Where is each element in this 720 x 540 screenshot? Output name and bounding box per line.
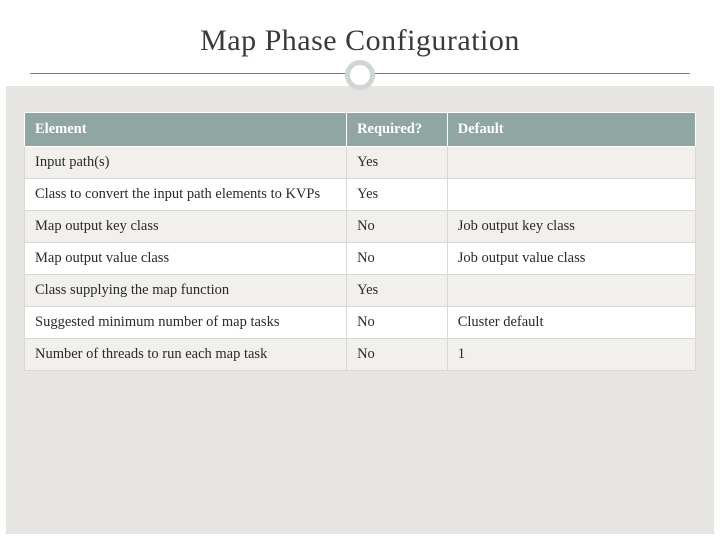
cell-required: Yes [347,179,448,211]
table-row: Number of threads to run each map task N… [25,339,696,371]
cell-required: Yes [347,275,448,307]
cell-default: Job output key class [447,211,695,243]
table-row: Class to convert the input path elements… [25,179,696,211]
header: Map Phase Configuration [6,6,714,86]
col-header-default: Default [447,113,695,147]
cell-default [447,275,695,307]
table-row: Suggested minimum number of map tasks No… [25,307,696,339]
content-area: Element Required? Default Input path(s) … [6,86,714,371]
cell-element: Number of threads to run each map task [25,339,347,371]
cell-default: Job output value class [447,243,695,275]
cell-element: Map output key class [25,211,347,243]
cell-default [447,179,695,211]
cell-default: Cluster default [447,307,695,339]
config-table: Element Required? Default Input path(s) … [24,112,696,371]
table-row: Class supplying the map function Yes [25,275,696,307]
cell-element: Class to convert the input path elements… [25,179,347,211]
page-title: Map Phase Configuration [6,24,714,58]
slide: Map Phase Configuration Element Required… [0,0,720,540]
table-header-row: Element Required? Default [25,113,696,147]
cell-element: Map output value class [25,243,347,275]
cell-element: Input path(s) [25,147,347,179]
cell-required: No [347,211,448,243]
ring-icon [345,60,375,90]
cell-default: 1 [447,339,695,371]
cell-required: No [347,339,448,371]
cell-required: Yes [347,147,448,179]
cell-element: Suggested minimum number of map tasks [25,307,347,339]
cell-required: No [347,243,448,275]
col-header-element: Element [25,113,347,147]
cell-required: No [347,307,448,339]
table-row: Input path(s) Yes [25,147,696,179]
cell-default [447,147,695,179]
table-row: Map output value class No Job output val… [25,243,696,275]
cell-element: Class supplying the map function [25,275,347,307]
col-header-required: Required? [347,113,448,147]
table-row: Map output key class No Job output key c… [25,211,696,243]
